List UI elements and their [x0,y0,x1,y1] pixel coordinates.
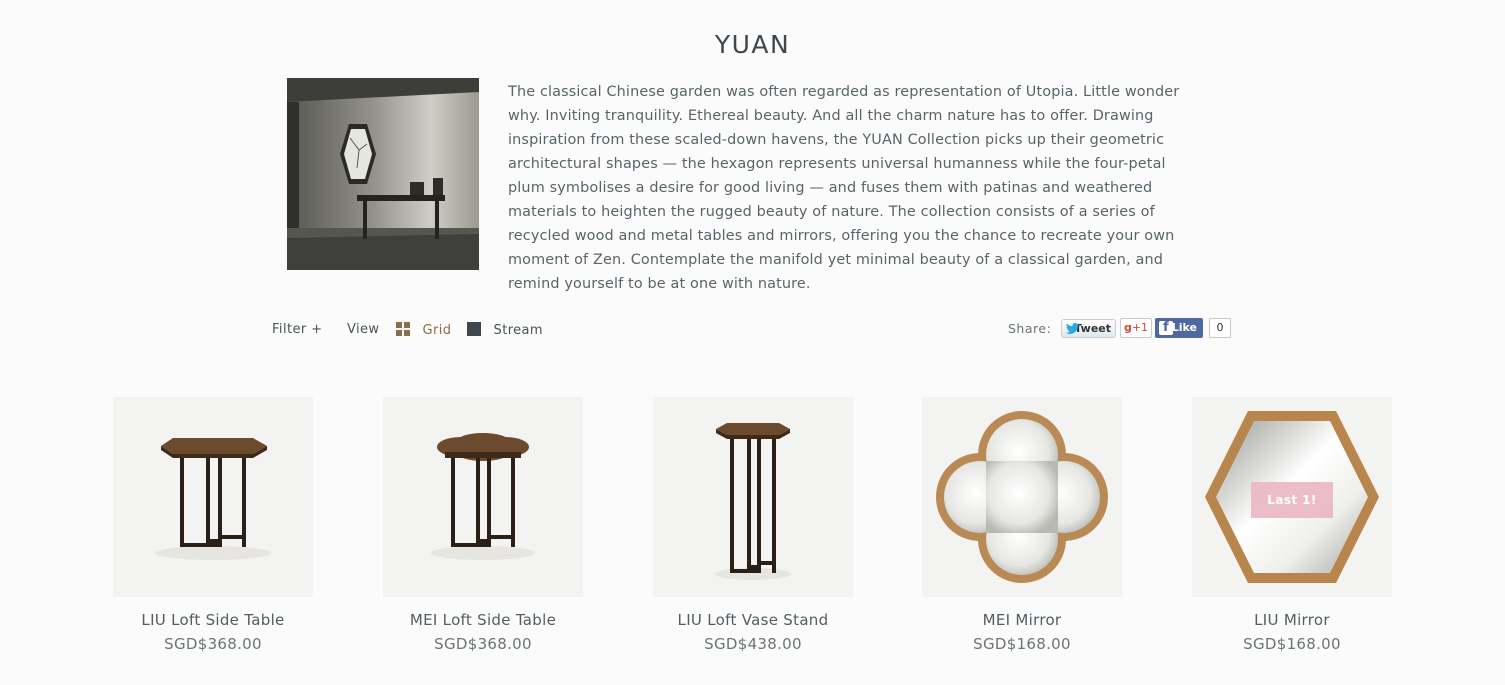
product-price: SGD$438.00 [704,635,802,653]
grid-icon [396,322,410,336]
product-image[interactable] [922,397,1122,597]
google-plus-g-icon: g [1123,321,1132,334]
share-label: Share: [1008,321,1052,336]
collection-hero-image [287,78,479,270]
product-image[interactable] [113,397,313,597]
tweet-button[interactable]: Tweet [1061,319,1116,338]
filter-toggle[interactable]: Filter + [272,322,322,337]
grid-view-option[interactable]: Grid [396,322,451,338]
plum-side-table-icon [431,433,535,560]
view-label: View [347,322,380,337]
product-image[interactable]: Last 1! [1192,397,1392,597]
product-price: SGD$368.00 [434,635,532,653]
stream-view-label: Stream [493,323,543,338]
tweet-label: Tweet [1074,322,1111,335]
like-label: Like [1171,321,1197,334]
product-card[interactable]: MEI Mirror SGD$168.00 [922,397,1122,653]
product-card[interactable]: MEI Loft Side Table SGD$368.00 [383,397,583,653]
like-count: 0 [1209,318,1231,338]
facebook-icon: f [1159,320,1173,335]
product-card[interactable]: Last 1! LIU Mirror SGD$168.00 [1192,397,1392,653]
product-name[interactable]: LIU Mirror [1192,611,1392,629]
last-one-badge: Last 1! [1251,482,1333,518]
product-name[interactable]: LIU Loft Vase Stand [653,611,853,629]
product-name[interactable]: MEI Loft Side Table [383,611,583,629]
collection-title: YUAN [714,30,791,59]
product-name[interactable]: LIU Loft Side Table [113,611,313,629]
facebook-like-button[interactable]: f Like [1155,318,1203,338]
gplus-label: +1 [1131,321,1149,334]
grid-view-label: Grid [422,323,452,338]
product-image[interactable] [383,397,583,597]
product-name[interactable]: MEI Mirror [922,611,1122,629]
product-card[interactable]: LIU Loft Side Table SGD$368.00 [113,397,313,653]
product-image[interactable] [653,397,853,597]
twitter-bird-icon [1066,323,1079,334]
product-price: SGD$168.00 [973,635,1071,653]
hexagon-side-table-icon [155,438,271,560]
collection-page: YUAN The classical Chinese garden was of… [0,0,1505,685]
product-card[interactable]: LIU Loft Vase Stand SGD$438.00 [653,397,853,653]
plum-mirror-icon [936,411,1108,583]
hexagon-vase-stand-icon [715,423,791,580]
product-price: SGD$368.00 [164,635,262,653]
product-price: SGD$168.00 [1243,635,1341,653]
stream-view-option[interactable]: Stream [467,322,543,338]
google-plus-button[interactable]: g+1 [1120,318,1152,338]
collection-description: The classical Chinese garden was often r… [508,84,1180,292]
stream-icon [467,322,481,336]
